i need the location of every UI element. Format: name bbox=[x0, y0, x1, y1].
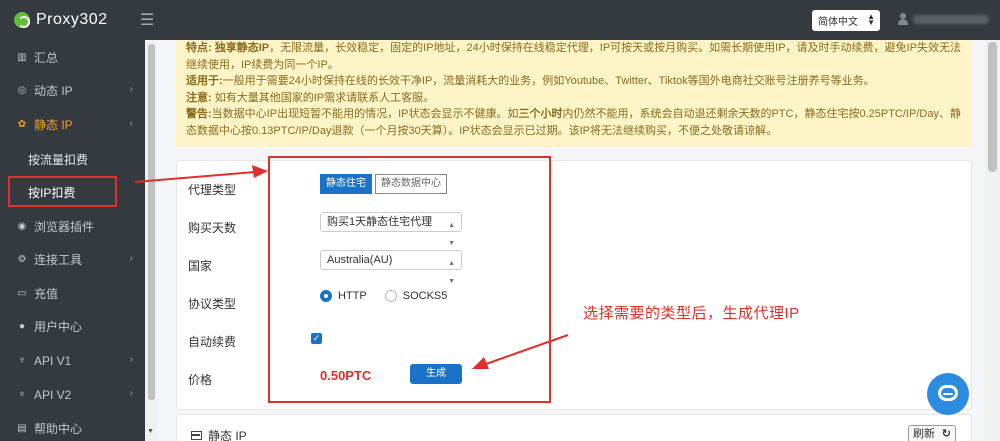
arrow-to-generate-icon bbox=[472, 334, 569, 369]
refresh-button[interactable]: 刷新 ↻ bbox=[908, 425, 956, 441]
annotation-arrows bbox=[134, 165, 569, 369]
page-scrollbar-thumb[interactable] bbox=[988, 42, 997, 172]
arrow-to-form-icon bbox=[134, 165, 268, 183]
table-icon bbox=[191, 431, 202, 440]
static-ip-card bbox=[176, 414, 972, 441]
static-ip-card-title-text: 静态 IP bbox=[208, 429, 247, 441]
refresh-button-label: 刷新 bbox=[913, 428, 935, 440]
refresh-icon: ↻ bbox=[941, 428, 951, 440]
chat-support-button[interactable] bbox=[927, 373, 969, 415]
static-ip-card-title: 静态 IP bbox=[191, 427, 247, 441]
